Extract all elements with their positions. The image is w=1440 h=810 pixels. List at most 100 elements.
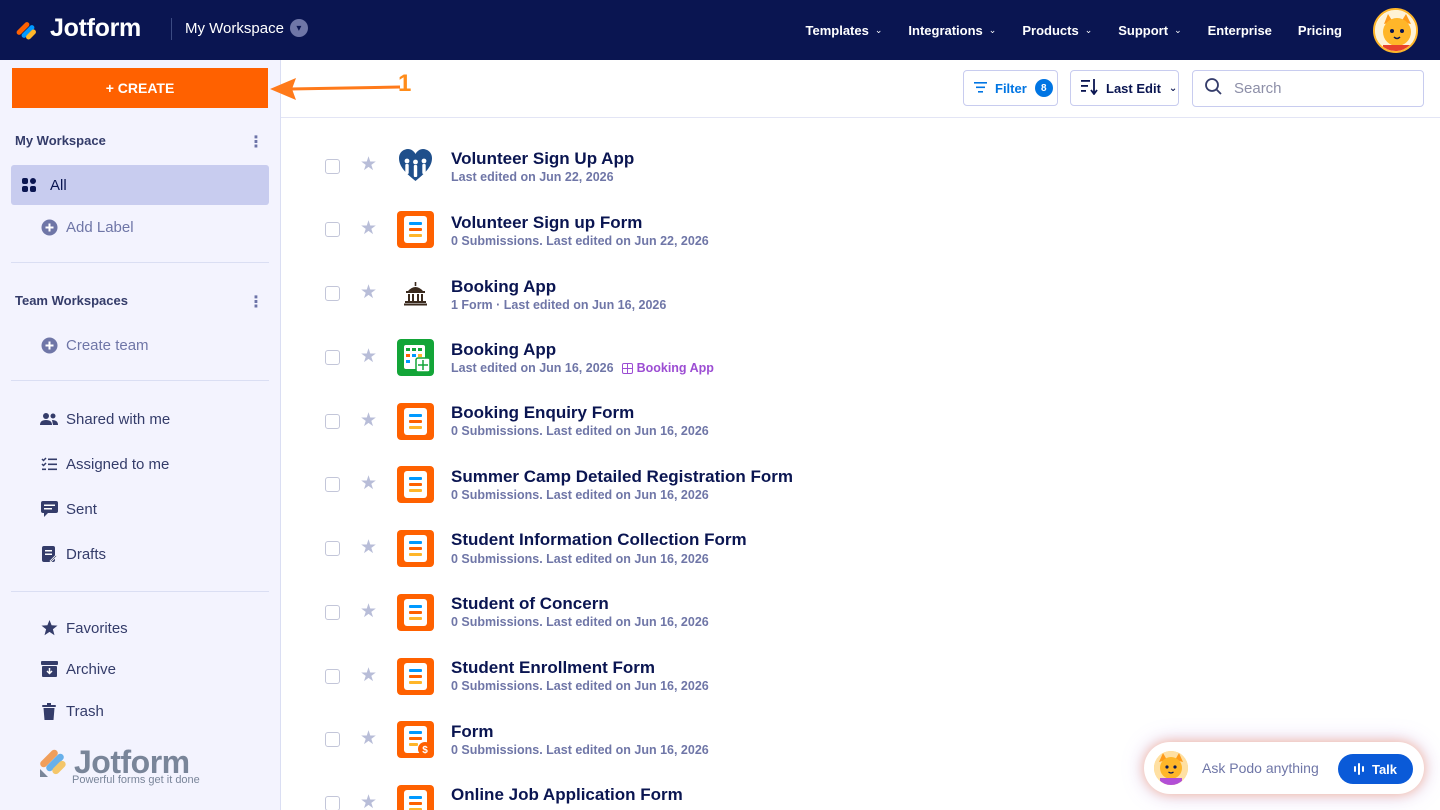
search-input[interactable]	[1234, 80, 1404, 97]
plus-circle-icon	[40, 218, 58, 236]
row-checkbox[interactable]	[325, 669, 340, 684]
my-workspace-heading: My Workspace	[15, 133, 106, 148]
sidebar-item-label: Assigned to me	[66, 455, 170, 473]
header-divider	[171, 18, 172, 40]
form-icon	[397, 403, 434, 440]
chevron-down-icon: ⌄	[874, 24, 883, 35]
row-checkbox[interactable]	[325, 477, 340, 492]
nav-enterprise[interactable]: Enterprise	[1208, 23, 1272, 38]
workspace-title: My Workspace	[185, 19, 284, 37]
sidebar-create-team[interactable]: Create team	[11, 325, 269, 365]
sidebar-item-label: Trash	[66, 702, 104, 720]
favorite-star-icon[interactable]: ★	[360, 155, 377, 174]
nav-products[interactable]: Products ⌄	[1022, 23, 1092, 38]
favorite-star-icon[interactable]: ★	[360, 538, 377, 557]
list-item[interactable]: ★ Student Information Collection Form 0 …	[281, 517, 1440, 581]
draft-icon	[40, 545, 58, 563]
sidebar-item-shared[interactable]: Shared with me	[11, 399, 269, 439]
list-item[interactable]: ★ Student of Concern 0 Submissions. Last…	[281, 581, 1440, 645]
talk-button[interactable]: Talk	[1338, 754, 1413, 784]
trash-icon	[40, 702, 58, 720]
favorite-star-icon[interactable]: ★	[360, 474, 377, 493]
sidebar-item-assigned[interactable]: Assigned to me	[11, 444, 269, 484]
toolbar-divider	[281, 117, 1440, 118]
form-icon	[397, 594, 434, 631]
sidebar-item-all[interactable]: All	[11, 165, 269, 205]
microphone-wave-icon	[1353, 763, 1364, 775]
create-button[interactable]: + CREATE	[12, 68, 268, 108]
form-icon	[397, 658, 434, 695]
app-tag[interactable]: Booking App	[621, 361, 714, 375]
checklist-icon	[40, 455, 58, 473]
row-checkbox[interactable]	[325, 605, 340, 620]
favorite-star-icon[interactable]: ★	[360, 219, 377, 238]
user-avatar[interactable]	[1373, 8, 1418, 53]
list-item[interactable]: ★ Summer Camp Detailed Registration Form…	[281, 453, 1440, 517]
sidebar-item-archive[interactable]: Archive	[11, 649, 269, 689]
favorite-star-icon[interactable]: ★	[360, 347, 377, 366]
item-title: Student Enrollment Form	[451, 658, 655, 677]
svg-text:$: $	[422, 745, 428, 756]
chevron-down-icon: ⌄	[1084, 24, 1093, 35]
podo-prompt[interactable]: Ask Podo anything	[1202, 760, 1319, 776]
sort-button[interactable]: Last Edit ⌄	[1070, 70, 1179, 106]
chevron-down-icon: ⌄	[1168, 82, 1178, 94]
row-checkbox[interactable]	[325, 350, 340, 365]
favorite-star-icon[interactable]: ★	[360, 666, 377, 685]
list-item[interactable]: ★ Booking App 1 Form · Last edited on Ju…	[281, 262, 1440, 326]
filter-button[interactable]: Filter 8	[963, 70, 1058, 106]
podo-assistant: Ask Podo anything Talk	[1144, 742, 1424, 794]
table-icon	[621, 362, 633, 374]
sidebar-add-label[interactable]: Add Label	[11, 207, 269, 247]
favorite-star-icon[interactable]: ★	[360, 793, 377, 810]
form-icon	[397, 466, 434, 503]
sidebar-item-label: Archive	[66, 660, 117, 678]
sidebar-item-label: Favorites	[66, 619, 128, 637]
nav-templates[interactable]: Templates ⌄	[806, 23, 883, 38]
jotform-logo[interactable]: Jotform	[14, 14, 141, 43]
sidebar-item-sent[interactable]: Sent	[11, 489, 269, 529]
list-item[interactable]: ★ Booking App Last edited on Jun 16, 202…	[281, 326, 1440, 390]
sidebar-item-drafts[interactable]: Drafts	[11, 534, 269, 574]
table-icon	[397, 339, 434, 376]
sort-icon	[1081, 78, 1098, 98]
item-subtitle: 1 Form · Last edited on Jun 16, 2026	[451, 298, 667, 312]
row-checkbox[interactable]	[325, 286, 340, 301]
item-subtitle: Last edited on Jun 22, 2026	[451, 170, 614, 184]
podo-avatar	[1154, 751, 1188, 785]
favorite-star-icon[interactable]: ★	[360, 283, 377, 302]
sidebar-item-favorites[interactable]: Favorites	[11, 608, 269, 648]
sidebar-item-label: All	[50, 176, 67, 194]
workspace-switcher[interactable]: My Workspace ▾	[185, 19, 308, 37]
row-checkbox[interactable]	[325, 159, 340, 174]
item-title: Volunteer Sign up Form	[451, 213, 643, 232]
favorite-star-icon[interactable]: ★	[360, 602, 377, 621]
sidebar-item-trash[interactable]: Trash	[11, 691, 269, 731]
logo-text: Jotform	[50, 14, 141, 42]
row-checkbox[interactable]	[325, 796, 340, 810]
row-checkbox[interactable]	[325, 414, 340, 429]
search-box	[1192, 70, 1424, 107]
main-nav: Templates ⌄ Integrations ⌄ Products ⌄ Suppo…	[806, 0, 1343, 60]
list-item[interactable]: ★ Volunteer Sign Up App Last edited on J…	[281, 134, 1440, 198]
search-icon	[1205, 77, 1222, 100]
team-workspaces-more-icon[interactable]: ⋮	[248, 292, 264, 312]
nav-support[interactable]: Support ⌄	[1118, 23, 1181, 38]
row-checkbox[interactable]	[325, 541, 340, 556]
favorite-star-icon[interactable]: ★	[360, 729, 377, 748]
nav-pricing[interactable]: Pricing	[1298, 23, 1342, 38]
favorite-star-icon[interactable]: ★	[360, 411, 377, 430]
team-workspaces-heading: Team Workspaces	[15, 293, 128, 308]
list-item[interactable]: ★ Student Enrollment Form 0 Submissions.…	[281, 645, 1440, 709]
sidebar-item-label: Create team	[66, 336, 149, 354]
row-checkbox[interactable]	[325, 732, 340, 747]
message-icon	[40, 500, 58, 518]
sidebar-item-label: Add Label	[66, 218, 134, 236]
sidebar-item-label: Sent	[66, 500, 97, 518]
nav-integrations[interactable]: Integrations ⌄	[908, 23, 996, 38]
sort-label: Last Edit	[1106, 80, 1161, 96]
my-workspace-more-icon[interactable]: ⋮	[248, 132, 264, 152]
row-checkbox[interactable]	[325, 222, 340, 237]
list-item[interactable]: ★ Volunteer Sign up Form 0 Submissions. …	[281, 198, 1440, 262]
list-item[interactable]: ★ Booking Enquiry Form 0 Submissions. La…	[281, 390, 1440, 454]
